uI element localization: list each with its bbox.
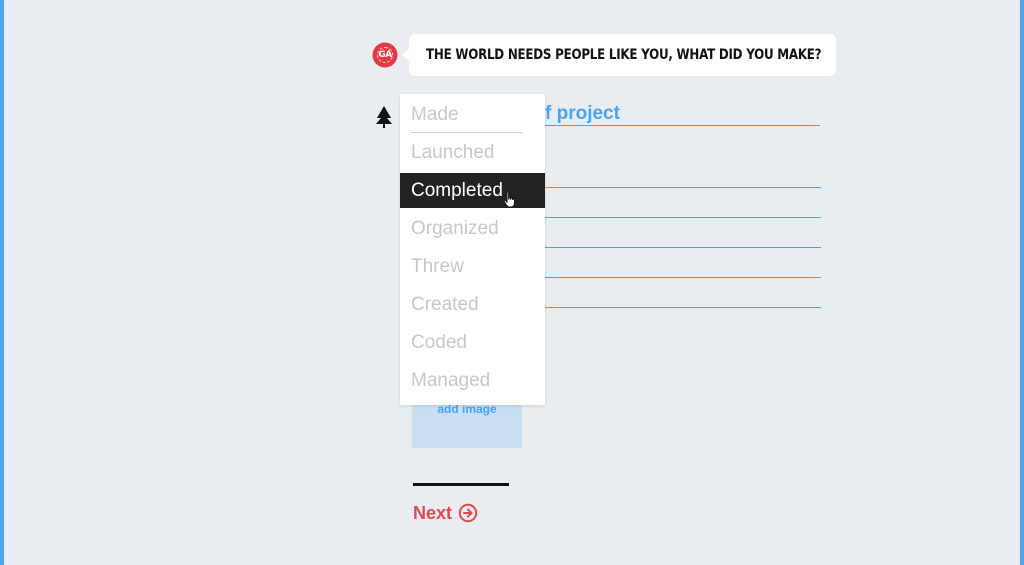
next-label: Next [413, 502, 453, 523]
next-divider [413, 483, 509, 486]
dropdown-option-threw[interactable]: Threw [400, 249, 545, 284]
tree-icon [376, 106, 392, 128]
next-button[interactable]: Next [413, 501, 478, 525]
ga-badge-icon: GA [374, 44, 396, 66]
dropdown-option-made[interactable]: Made [400, 97, 545, 132]
dropdown-option-organized[interactable]: Organized [400, 211, 545, 246]
dropdown-option-launched[interactable]: Launched [400, 135, 545, 170]
hand-pointer-icon [503, 191, 515, 208]
form-field-line[interactable] [540, 187, 821, 188]
right-edge-bar [1020, 0, 1024, 565]
prompt-question: THE WORLD NEEDS PEOPLE LIKE YOU, WHAT DI… [426, 47, 822, 63]
form-field-line[interactable] [540, 307, 821, 308]
dropdown-separator [411, 132, 523, 133]
dropdown-option-completed[interactable]: Completed [400, 173, 545, 208]
dropdown-option-coded[interactable]: Coded [400, 325, 545, 360]
badge-text: GA [378, 50, 392, 60]
project-title-value: f project [545, 103, 620, 124]
form-field-line[interactable] [540, 217, 821, 218]
dropdown-option-created[interactable]: Created [400, 287, 545, 322]
form-field-line[interactable] [540, 277, 821, 278]
verb-dropdown[interactable]: Made Launched Completed Organized Threw … [400, 94, 545, 405]
prompt-bubble: THE WORLD NEEDS PEOPLE LIKE YOU, WHAT DI… [402, 34, 836, 76]
left-edge-bar [0, 0, 4, 565]
form-field-line[interactable] [540, 247, 821, 248]
dropdown-option-managed[interactable]: Managed [400, 363, 545, 398]
arrow-circle-right-icon [458, 503, 478, 523]
